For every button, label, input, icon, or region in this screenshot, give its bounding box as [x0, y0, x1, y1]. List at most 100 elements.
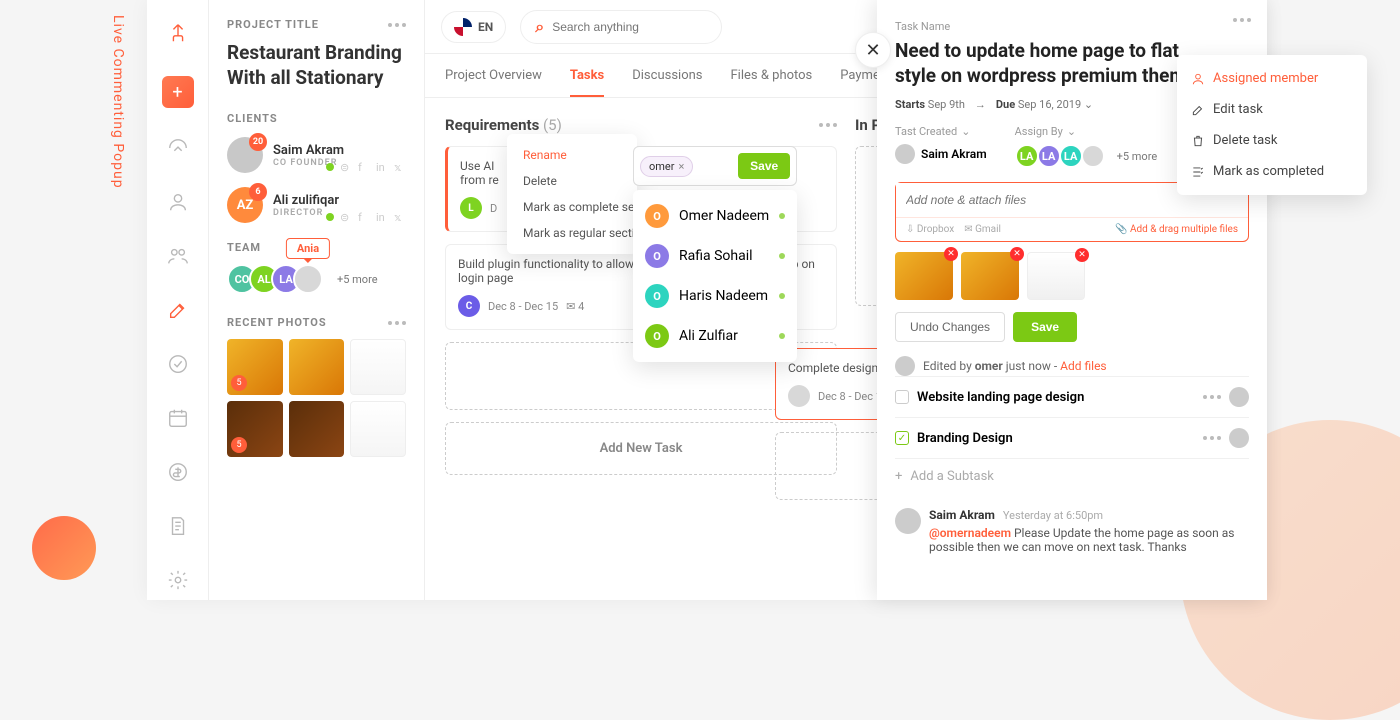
gmail-icon[interactable]: ✉ Gmail: [964, 224, 1001, 235]
task-more-button[interactable]: [1233, 18, 1251, 22]
menu-regular[interactable]: Mark as regular sectio: [507, 220, 637, 246]
remove-icon[interactable]: ✕: [1075, 248, 1089, 262]
undo-button[interactable]: Undo Changes: [895, 312, 1005, 342]
logo-icon: [167, 22, 189, 50]
chevron-down-icon[interactable]: ⌄: [1067, 125, 1076, 138]
assign-option[interactable]: ORafia Sohail: [633, 236, 797, 276]
avatar: O: [645, 204, 669, 228]
more-icon[interactable]: [1203, 395, 1221, 399]
assign-option[interactable]: OOmer Nadeem: [633, 196, 797, 236]
avatar: [788, 385, 810, 407]
menu-edit-task[interactable]: Edit task: [1177, 94, 1367, 125]
money-icon[interactable]: [164, 458, 192, 486]
checkbox[interactable]: ✓: [895, 431, 909, 445]
search-input[interactable]: [552, 20, 707, 34]
project-sidebar: PROJECT TITLE Restaurant Branding With a…: [209, 0, 425, 600]
team-avatar[interactable]: Ania: [293, 264, 323, 294]
assign-option[interactable]: OAli Zulfiar: [633, 316, 797, 356]
more-icon[interactable]: [1203, 436, 1221, 440]
remove-icon[interactable]: ✕: [944, 247, 958, 261]
skype-icon[interactable]: ⊜: [340, 161, 352, 173]
tab-discussions[interactable]: Discussions: [632, 68, 702, 97]
remove-chip[interactable]: ×: [678, 160, 684, 173]
column-title: Requirements (5): [445, 116, 562, 134]
avatar: O: [645, 324, 669, 348]
comment-count: ✉ 4: [566, 300, 584, 313]
badge: 5: [231, 437, 247, 453]
photo-thumb[interactable]: [289, 401, 345, 457]
avatar[interactable]: [1081, 144, 1105, 168]
attachment-thumb[interactable]: ✕: [895, 252, 953, 300]
add-files-link[interactable]: Add files: [1060, 359, 1106, 373]
subtask-item[interactable]: Website landing page design: [895, 376, 1249, 417]
save-button[interactable]: Save: [1013, 312, 1077, 342]
user-icon[interactable]: [164, 188, 192, 216]
client-name: Ali zulifiqar: [273, 193, 339, 208]
add-button[interactable]: +: [162, 76, 194, 108]
skype-icon[interactable]: ⊜: [340, 211, 352, 223]
avatar[interactable]: LA: [1059, 144, 1083, 168]
photos-label: RECENT PHOTOS: [227, 316, 327, 329]
twitter-icon[interactable]: 𝕩: [394, 161, 406, 173]
app-window: + PROJECT TITLE Restaurant Branding With…: [147, 0, 1267, 600]
twitter-icon[interactable]: 𝕩: [394, 211, 406, 223]
more-icon[interactable]: [388, 321, 406, 325]
photo-thumb[interactable]: [289, 339, 345, 395]
attach-hint[interactable]: 📎 Add & drag multiple files: [1115, 224, 1238, 235]
assign-more[interactable]: +5 more: [1117, 150, 1158, 163]
check-icon[interactable]: [164, 350, 192, 378]
tooltip: Ania: [286, 238, 330, 259]
chevron-down-icon[interactable]: ⌄: [1084, 98, 1093, 111]
attachment-thumb[interactable]: ✕: [1027, 252, 1085, 300]
attachment-thumb[interactable]: ✕: [961, 252, 1019, 300]
language-selector[interactable]: EN: [441, 11, 506, 43]
dropbox-icon[interactable]: ⇩ Dropbox: [906, 224, 954, 235]
online-dot: [326, 163, 334, 171]
document-icon[interactable]: [164, 512, 192, 540]
remove-icon[interactable]: ✕: [1010, 247, 1024, 261]
assign-save-button[interactable]: Save: [738, 153, 790, 179]
menu-assigned-member[interactable]: Assigned member: [1177, 63, 1367, 94]
facebook-icon[interactable]: f: [358, 211, 370, 223]
photo-thumb[interactable]: [350, 401, 406, 457]
assign-label: Assign By ⌄: [1015, 125, 1158, 138]
attachments: ✕ ✕ ✕: [895, 252, 1249, 300]
column-menu[interactable]: [819, 123, 837, 127]
assign-option[interactable]: OHaris Nadeem: [633, 276, 797, 316]
add-subtask[interactable]: + Add a Subtask: [895, 458, 1249, 494]
photo-thumb[interactable]: 5: [227, 339, 283, 395]
tab-files[interactable]: Files & photos: [731, 68, 813, 97]
calendar-icon[interactable]: [164, 404, 192, 432]
linkedin-icon[interactable]: in: [376, 211, 388, 223]
client-item[interactable]: 20 Saim Akram CO FOUNDER ⊜ f in 𝕩: [227, 137, 406, 173]
settings-icon[interactable]: [164, 566, 192, 594]
photo-thumb[interactable]: [350, 339, 406, 395]
avatar[interactable]: LA: [1015, 144, 1039, 168]
dashboard-icon[interactable]: [164, 134, 192, 162]
facebook-icon[interactable]: f: [358, 161, 370, 173]
menu-mark-completed[interactable]: Mark as completed: [1177, 156, 1367, 187]
checkbox[interactable]: [895, 390, 909, 404]
menu-delete[interactable]: Delete: [507, 168, 637, 194]
search-box[interactable]: ⌕: [520, 10, 722, 44]
linkedin-icon[interactable]: in: [376, 161, 388, 173]
avatar: [895, 508, 921, 534]
project-title-label: PROJECT TITLE: [227, 18, 319, 31]
edit-icon[interactable]: [164, 296, 192, 324]
subtask-item[interactable]: ✓ Branding Design: [895, 417, 1249, 458]
tab-tasks[interactable]: Tasks: [570, 68, 604, 97]
menu-rename[interactable]: Rename: [507, 142, 637, 168]
menu-delete-task[interactable]: Delete task: [1177, 125, 1367, 156]
avatar[interactable]: LA: [1037, 144, 1061, 168]
chevron-down-icon[interactable]: ⌄: [961, 125, 970, 138]
client-item[interactable]: AZ 6 Ali zulifiqar DIRECTOR ⊜ f in 𝕩: [227, 187, 406, 223]
tab-overview[interactable]: Project Overview: [445, 68, 542, 97]
close-button[interactable]: ✕: [855, 32, 891, 68]
menu-complete[interactable]: Mark as complete sect: [507, 194, 637, 220]
assign-chip[interactable]: omer ×: [640, 156, 693, 177]
team-label: TEAM: [227, 241, 261, 254]
photo-thumb[interactable]: 5: [227, 401, 283, 457]
team-more[interactable]: +5 more: [337, 273, 378, 286]
team-icon[interactable]: [164, 242, 192, 270]
more-icon[interactable]: [388, 23, 406, 27]
